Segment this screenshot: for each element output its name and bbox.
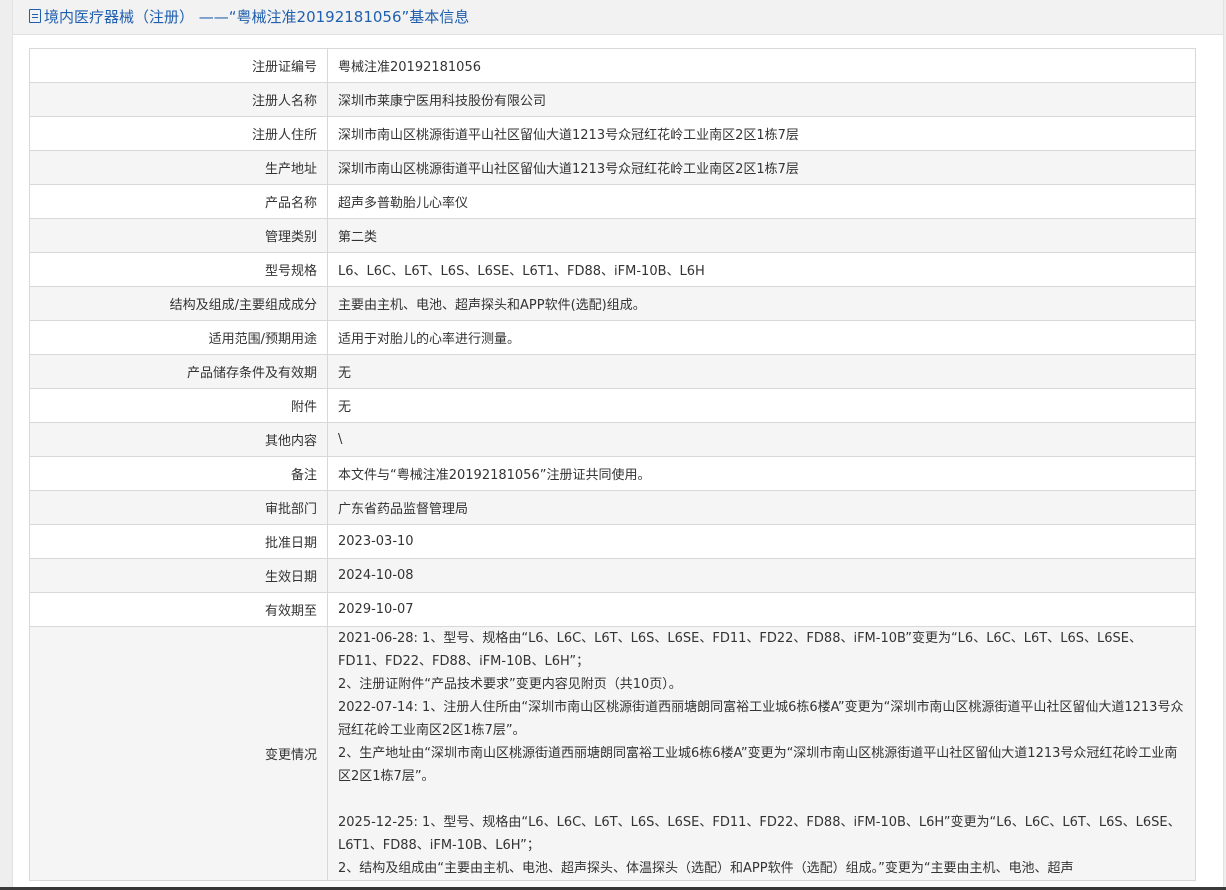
detail-panel: 境内医疗器械（注册） ——“粤械注准20192181056”基本信息 注册证编号… bbox=[12, 0, 1224, 890]
field-value: 本文件与“粤械注准20192181056”注册证共同使用。 bbox=[327, 456, 1196, 491]
table-row: 管理类别 第二类 bbox=[29, 218, 1196, 253]
field-value: 2023-03-10 bbox=[327, 524, 1196, 559]
field-value: 第二类 bbox=[327, 218, 1196, 253]
table-row: 生产地址 深圳市南山区桃源街道平山社区留仙大道1213号众冠红花岭工业南区2区1栋… bbox=[29, 150, 1196, 185]
field-value: 广东省药品监督管理局 bbox=[327, 490, 1196, 525]
field-label: 适用范围/预期用途 bbox=[29, 320, 328, 355]
table-row: 附件无 bbox=[29, 388, 1196, 423]
field-label: 其他内容 bbox=[29, 422, 328, 457]
change-line: 2025-12-25: 1、型号、规格由“L6、L6C、L6T、L6S、L6SE… bbox=[338, 815, 1181, 853]
change-line: 2、注册证附件“产品技术要求”变更内容见附页（共10页）。 bbox=[338, 677, 682, 692]
field-label: 产品储存条件及有效期 bbox=[29, 354, 328, 389]
field-label: 有效期至 bbox=[29, 592, 328, 627]
field-value: 主要由主机、电池、超声探头和APP软件(选配)组成。 bbox=[327, 286, 1196, 321]
field-label: 审批部门 bbox=[29, 490, 328, 525]
table-row: 批准日期 2023-03-10 bbox=[29, 524, 1196, 559]
field-label: 注册人名称 bbox=[29, 82, 328, 117]
field-label: 备注 bbox=[29, 456, 328, 491]
table-row: 其他内容 \ bbox=[29, 422, 1196, 457]
field-label: 附件 bbox=[29, 388, 328, 423]
table-row: 结构及组成/主要组成成分 主要由主机、电池、超声探头和APP软件(选配)组成。 bbox=[29, 286, 1196, 321]
field-label: 产品名称 bbox=[29, 184, 328, 219]
field-value: 无 bbox=[327, 388, 1196, 423]
field-value: 粤械注准20192181056 bbox=[327, 48, 1196, 83]
field-value: 深圳市莱康宁医用科技股份有限公司 bbox=[327, 82, 1196, 117]
table-row: 注册人名称 深圳市莱康宁医用科技股份有限公司 bbox=[29, 82, 1196, 117]
document-icon bbox=[29, 9, 41, 23]
field-label: 管理类别 bbox=[29, 218, 328, 253]
change-line: 2、生产地址由“深圳市南山区桃源街道西丽塘朗同富裕工业城6栋6楼A”变更为“深圳… bbox=[338, 746, 1178, 784]
field-label: 变更情况 bbox=[29, 626, 328, 881]
table-row: 生效日期 2024-10-08 bbox=[29, 558, 1196, 593]
table-row: 有效期至 2029-10-07 bbox=[29, 592, 1196, 627]
field-value: 2024-10-08 bbox=[327, 558, 1196, 593]
field-value: 无 bbox=[327, 354, 1196, 389]
field-value: 深圳市南山区桃源街道平山社区留仙大道1213号众冠红花岭工业南区2区1栋7层 bbox=[327, 150, 1196, 185]
field-label: 结构及组成/主要组成成分 bbox=[29, 286, 328, 321]
field-label: 生产地址 bbox=[29, 150, 328, 185]
field-label: 批准日期 bbox=[29, 524, 328, 559]
change-line bbox=[338, 788, 1185, 811]
field-label: 型号规格 bbox=[29, 252, 328, 287]
change-line: 2021-06-28: 1、型号、规格由“L6、L6C、L6T、L6S、L6SE… bbox=[338, 631, 1142, 669]
table-row: 审批部门 广东省药品监督管理局 bbox=[29, 490, 1196, 525]
change-line: 2、结构及组成由“主要由主机、电池、超声探头、体温探头（选配）和APP软件（选配… bbox=[338, 861, 1074, 876]
table-row: 适用范围/预期用途 适用于对胎儿的心率进行测量。 bbox=[29, 320, 1196, 355]
table-row: 产品储存条件及有效期无 bbox=[29, 354, 1196, 389]
field-value: 适用于对胎儿的心率进行测量。 bbox=[327, 320, 1196, 355]
field-value: 超声多普勒胎儿心率仪 bbox=[327, 184, 1196, 219]
field-label: 注册证编号 bbox=[29, 48, 328, 83]
table-row: 产品名称 超声多普勒胎儿心率仪 bbox=[29, 184, 1196, 219]
change-history: 2021-06-28: 1、型号、规格由“L6、L6C、L6T、L6S、L6SE… bbox=[327, 626, 1196, 881]
change-line: 2022-07-14: 1、注册人住所由“深圳市南山区桃源街道西丽塘朗同富裕工业… bbox=[338, 700, 1184, 738]
table-row: 型号规格 L6、L6C、L6T、L6S、L6SE、L6T1、FD88、iFM-10… bbox=[29, 252, 1196, 287]
page-title: 境内医疗器械（注册） ——“粤械注准20192181056”基本信息 bbox=[44, 8, 470, 26]
panel-header: 境内医疗器械（注册） ——“粤械注准20192181056”基本信息 bbox=[13, 0, 1223, 35]
field-value: 深圳市南山区桃源街道平山社区留仙大道1213号众冠红花岭工业南区2区1栋7层 bbox=[327, 116, 1196, 151]
table-row-changes: 变更情况 2021-06-28: 1、型号、规格由“L6、L6C、L6T、L6S、… bbox=[29, 626, 1196, 881]
field-value: \ bbox=[327, 422, 1196, 457]
field-label: 生效日期 bbox=[29, 558, 328, 593]
field-value: L6、L6C、L6T、L6S、L6SE、L6T1、FD88、iFM-10B、L6… bbox=[327, 252, 1196, 287]
table-row: 备注 本文件与“粤械注准20192181056”注册证共同使用。 bbox=[29, 456, 1196, 491]
info-table: 注册证编号 粤械注准20192181056 注册人名称 深圳市莱康宁医用科技股份有限公… bbox=[29, 48, 1196, 881]
table-row: 注册人住所 深圳市南山区桃源街道平山社区留仙大道1213号众冠红花岭工业南区2区1… bbox=[29, 116, 1196, 151]
field-value: 2029-10-07 bbox=[327, 592, 1196, 627]
table-row: 注册证编号 粤械注准20192181056 bbox=[29, 48, 1196, 83]
field-label: 注册人住所 bbox=[29, 116, 328, 151]
